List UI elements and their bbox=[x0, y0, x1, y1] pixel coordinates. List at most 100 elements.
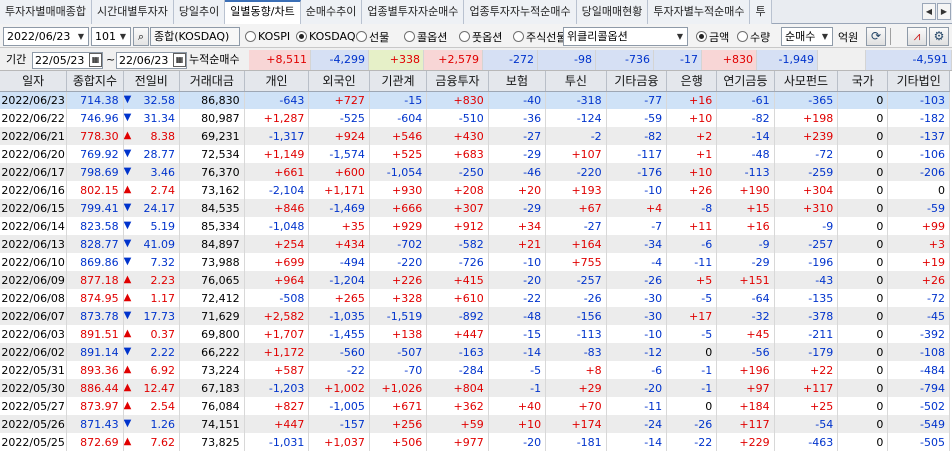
tab-3[interactable]: 일별동향/차트 bbox=[225, 0, 301, 24]
tab-0[interactable]: 투자자별매매종합 bbox=[0, 0, 92, 24]
table-row[interactable]: 2022/06/09 877.18 ▲ 2.23 76,065 +964 -1,204 +22… bbox=[0, 271, 950, 289]
column-header-10[interactable]: 기타금융 bbox=[606, 71, 668, 92]
calendar-icon[interactable]: ▦ bbox=[89, 53, 102, 67]
row-trust: -2 bbox=[545, 127, 607, 145]
table-row[interactable]: 2022/06/15 799.41 ▼ 24.17 84,535 +846 -1,469 +6… bbox=[0, 199, 950, 217]
radio-dot-icon[interactable] bbox=[513, 31, 524, 42]
code-input[interactable]: 101 ▼ bbox=[91, 27, 131, 46]
table-row[interactable]: 2022/06/23 714.38 ▼ 32.58 86,830 -643 +727 -15 +… bbox=[0, 91, 950, 109]
row-index: 802.15 bbox=[66, 181, 124, 199]
table-row[interactable]: 2022/05/31 893.36 ▲ 6.92 73,224 +587 -22 -70 -28… bbox=[0, 361, 950, 379]
radio-dot-icon[interactable] bbox=[459, 31, 470, 42]
table-row[interactable]: 2022/06/20 769.92 ▼ 28.77 72,534 +1,149 -1,574… bbox=[0, 145, 950, 163]
row-index: 886.44 bbox=[66, 379, 124, 397]
cumulative-total-2: +338 bbox=[369, 50, 424, 70]
table-row[interactable]: 2022/05/26 871.43 ▼ 1.26 74,151 +447 -157 +256 +… bbox=[0, 415, 950, 433]
chart-button[interactable]: ⩘ bbox=[907, 27, 927, 46]
column-header-12[interactable]: 연기금등 bbox=[716, 71, 775, 92]
date-input[interactable]: 2022/06/23 ▼ bbox=[3, 27, 89, 46]
tab-6[interactable]: 업종투자자누적순매수 bbox=[464, 0, 577, 24]
radio-radios_market-5[interactable]: 주식선물 bbox=[513, 29, 566, 44]
arrow-up-icon: ▲ bbox=[123, 363, 132, 375]
tab-9[interactable]: 투 bbox=[750, 0, 772, 24]
row-amount: 76,084 bbox=[179, 397, 245, 415]
column-header-5[interactable]: 외국인 bbox=[308, 71, 370, 92]
radio-dot-icon[interactable] bbox=[296, 31, 307, 42]
column-header-14[interactable]: 국가 bbox=[837, 71, 889, 92]
column-header-15[interactable]: 기타법인 bbox=[887, 71, 950, 92]
column-header-0[interactable]: 일자 bbox=[0, 71, 68, 92]
row-pension: -64 bbox=[716, 289, 775, 307]
row-bank: -5 bbox=[666, 325, 718, 343]
radio-dot-icon[interactable] bbox=[696, 31, 707, 42]
column-header-13[interactable]: 사모펀드 bbox=[774, 71, 839, 92]
chevron-down-icon[interactable]: ▼ bbox=[75, 29, 87, 44]
table-row[interactable]: 2022/05/30 886.44 ▲ 12.47 67,183 -1,203 +1,002… bbox=[0, 379, 950, 397]
row-change: ▲ 0.37 bbox=[123, 325, 180, 343]
chevron-down-icon[interactable]: ▼ bbox=[674, 29, 686, 44]
table-row[interactable]: 2022/06/14 823.58 ▼ 5.19 85,334 -1,048 +35 +929… bbox=[0, 217, 950, 235]
radio-radios_market-3[interactable]: 콜옵션 bbox=[404, 29, 447, 44]
table-row[interactable]: 2022/06/22 746.96 ▼ 31.34 80,987 +1,287 -525 -6… bbox=[0, 109, 950, 127]
row-change: ▲ 12.47 bbox=[123, 379, 180, 397]
table-row[interactable]: 2022/05/25 872.69 ▲ 7.62 73,825 -1,031 +1,037 +… bbox=[0, 433, 950, 451]
refresh-button[interactable]: ⟳ bbox=[866, 27, 886, 46]
column-header-11[interactable]: 은행 bbox=[666, 71, 718, 92]
table-row[interactable]: 2022/06/08 874.95 ▲ 1.17 72,412 -508 +265 +328 +… bbox=[0, 289, 950, 307]
radio-dot-icon[interactable] bbox=[404, 31, 415, 42]
row-pension: +184 bbox=[716, 397, 775, 415]
radio-dot-icon[interactable] bbox=[356, 31, 367, 42]
row-foreign: -560 bbox=[308, 343, 370, 361]
column-header-6[interactable]: 기관계 bbox=[369, 71, 428, 92]
tab-scroll-left-icon[interactable]: ◀ bbox=[922, 3, 936, 20]
cumulative-total-6: -736 bbox=[596, 50, 654, 70]
row-foreign: +600 bbox=[308, 163, 370, 181]
table-row[interactable]: 2022/06/02 891.14 ▼ 2.22 66,222 +1,172 -560 -50… bbox=[0, 343, 950, 361]
row-change-value: 0.37 bbox=[150, 327, 175, 341]
row-index: 874.95 bbox=[66, 289, 124, 307]
table-row[interactable]: 2022/06/13 828.77 ▼ 41.09 84,897 +254 +434 -702… bbox=[0, 235, 950, 253]
row-fin-invest: -582 bbox=[426, 235, 489, 253]
table-row[interactable]: 2022/05/27 873.97 ▲ 2.54 76,084 +827 -1,005 +67… bbox=[0, 397, 950, 415]
tab-4[interactable]: 순매수추이 bbox=[300, 0, 363, 24]
table-row[interactable]: 2022/06/03 891.51 ▲ 0.37 69,800 +1,707 -1,455 +… bbox=[0, 325, 950, 343]
tab-2[interactable]: 당일추이 bbox=[173, 0, 226, 24]
tab-1[interactable]: 시간대별투자자 bbox=[91, 0, 174, 24]
radio-radios_unit-1[interactable]: 수량 bbox=[737, 29, 770, 44]
weekly-option-select[interactable]: 위클리콜옵션 ▼ bbox=[563, 27, 688, 46]
settings-button[interactable]: ⚙ bbox=[929, 27, 949, 46]
column-header-1[interactable]: 종합지수 bbox=[66, 71, 124, 92]
tab-7[interactable]: 당일매매현황 bbox=[576, 0, 649, 24]
column-header-9[interactable]: 투신 bbox=[545, 71, 607, 92]
radio-radios_market-2[interactable]: 선물 bbox=[356, 29, 389, 44]
row-other-fin: -82 bbox=[606, 127, 668, 145]
row-other-corp: +3 bbox=[887, 235, 950, 253]
table-row[interactable]: 2022/06/17 798.69 ▼ 3.46 76,370 +661 +600 -1,05… bbox=[0, 163, 950, 181]
radio-dot-icon[interactable] bbox=[737, 31, 748, 42]
column-header-2[interactable]: 전일비 bbox=[123, 71, 180, 92]
row-institution: +546 bbox=[369, 127, 428, 145]
row-index: 778.30 bbox=[66, 127, 124, 145]
column-header-8[interactable]: 보험 bbox=[488, 71, 547, 92]
table-row[interactable]: 2022/06/07 873.78 ▼ 17.73 71,629 +2,582 -1,035… bbox=[0, 307, 950, 325]
tab-8[interactable]: 투자자별누적순매수 bbox=[648, 0, 751, 24]
table-row[interactable]: 2022/06/16 802.15 ▲ 2.74 73,162 -2,104 +1,171 +… bbox=[0, 181, 950, 199]
table-row[interactable]: 2022/06/10 869.86 ▼ 7.32 73,988 +699 -494 -220-… bbox=[0, 253, 950, 271]
table-row[interactable]: 2022/06/21 778.30 ▲ 8.38 69,231 -1,317 +924 +54… bbox=[0, 127, 950, 145]
radio-radios_market-1[interactable]: KOSDAQ bbox=[296, 29, 356, 44]
tab-5[interactable]: 업종별투자자순매수 bbox=[362, 0, 465, 24]
calendar-icon[interactable]: ▦ bbox=[173, 53, 186, 67]
tab-scroll-right-icon[interactable]: ▶ bbox=[937, 3, 951, 20]
row-pension: +190 bbox=[716, 181, 775, 199]
column-header-4[interactable]: 개인 bbox=[244, 71, 310, 92]
radio-radios_market-0[interactable]: KOSPI bbox=[245, 29, 290, 44]
column-header-3[interactable]: 거래대금 bbox=[179, 71, 245, 92]
chevron-down-icon[interactable]: ▼ bbox=[117, 29, 129, 44]
search-button[interactable]: ⌕ bbox=[133, 27, 149, 46]
radio-radios_market-4[interactable]: 풋옵션 bbox=[459, 29, 502, 44]
chevron-down-icon[interactable]: ▼ bbox=[819, 29, 831, 44]
column-header-7[interactable]: 금융투자 bbox=[426, 71, 489, 92]
radio-radios_unit-0[interactable]: 금액 bbox=[696, 29, 729, 44]
radio-dot-icon[interactable] bbox=[245, 31, 256, 42]
mode-select[interactable]: 순매수 ▼ bbox=[781, 27, 833, 46]
